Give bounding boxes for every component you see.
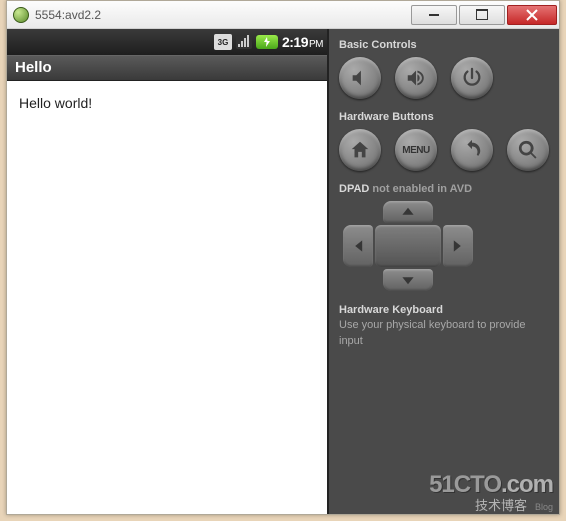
app-title: Hello: [7, 55, 327, 81]
window-controls: [409, 5, 557, 25]
close-button[interactable]: [507, 5, 557, 25]
minimize-button[interactable]: [411, 5, 457, 25]
volume-up-button[interactable]: [395, 57, 437, 99]
dpad-right-button[interactable]: [443, 225, 473, 267]
home-button[interactable]: [339, 129, 381, 171]
titlebar[interactable]: 5554:avd2.2: [7, 1, 559, 29]
maximize-button[interactable]: [459, 5, 505, 25]
network-3g-icon: 3G: [214, 33, 232, 51]
dpad-down-button[interactable]: [383, 269, 433, 291]
hardware-keyboard-desc: Use your physical keyboard to provide in…: [339, 319, 525, 346]
power-button[interactable]: [451, 57, 493, 99]
dpad-left-button[interactable]: [343, 225, 373, 267]
menu-button[interactable]: MENU: [395, 129, 437, 171]
app-body: Hello world!: [7, 81, 327, 514]
watermark: 51CTO.com 技术博客 Blog: [429, 473, 553, 512]
basic-controls-label: Basic Controls: [339, 39, 549, 51]
window-title: 5554:avd2.2: [35, 8, 409, 22]
emulator-window: 5554:avd2.2 3G 2:19: [6, 0, 560, 515]
hardware-keyboard-title: Hardware Keyboard: [339, 303, 549, 318]
control-panel: Basic Controls Hardware Buttons MENU: [329, 29, 559, 514]
signal-bars-icon: [236, 33, 252, 51]
hardware-buttons-label: Hardware Buttons: [339, 111, 549, 123]
basic-controls-row: [339, 57, 549, 99]
back-button[interactable]: [451, 129, 493, 171]
search-button[interactable]: [507, 129, 549, 171]
hardware-buttons-row: MENU: [339, 129, 549, 171]
content-area: 3G 2:19PM Hello Hello world! Basic Contr…: [7, 29, 559, 514]
dpad-label: DPAD not enabled in AVD: [339, 183, 549, 195]
volume-down-button[interactable]: [339, 57, 381, 99]
android-emulator-icon: [13, 7, 29, 23]
hardware-keyboard-section: Hardware Keyboard Use your physical keyb…: [339, 303, 549, 349]
battery-charging-icon: [256, 33, 278, 51]
android-statusbar: 3G 2:19PM: [7, 29, 327, 55]
dpad-center-button[interactable]: [375, 225, 441, 267]
dpad: [343, 201, 473, 291]
clock: 2:19PM: [282, 34, 323, 50]
phone-screen[interactable]: 3G 2:19PM Hello Hello world!: [7, 29, 329, 514]
dpad-section: DPAD not enabled in AVD: [339, 183, 549, 291]
dpad-up-button[interactable]: [383, 201, 433, 223]
